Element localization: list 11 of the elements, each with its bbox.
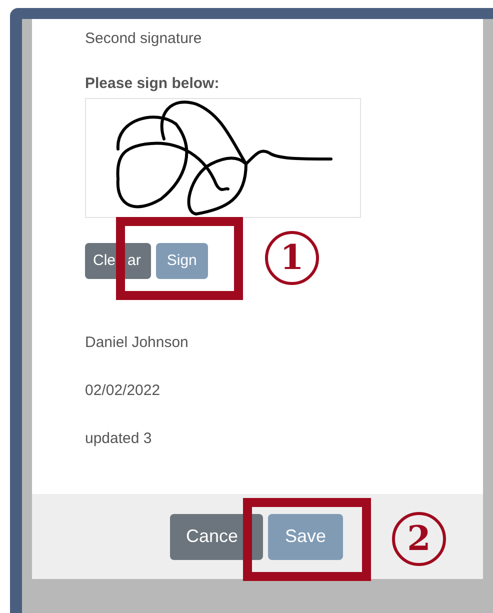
signature-label: Please sign below:	[85, 74, 220, 94]
section-title: Second signature	[85, 29, 203, 49]
callout-number: 2	[392, 512, 446, 566]
cancel-button[interactable]: Cance	[170, 514, 263, 560]
detail-text: 02/02/2022	[85, 382, 162, 400]
save-button[interactable]: Save	[268, 514, 343, 560]
detail-text: updated 3	[85, 430, 153, 448]
signature-pad[interactable]	[85, 98, 361, 218]
sign-button[interactable]: Sign	[156, 243, 208, 279]
callout-number: 1	[265, 231, 319, 285]
detail-text: Daniel Johnson	[85, 334, 190, 352]
